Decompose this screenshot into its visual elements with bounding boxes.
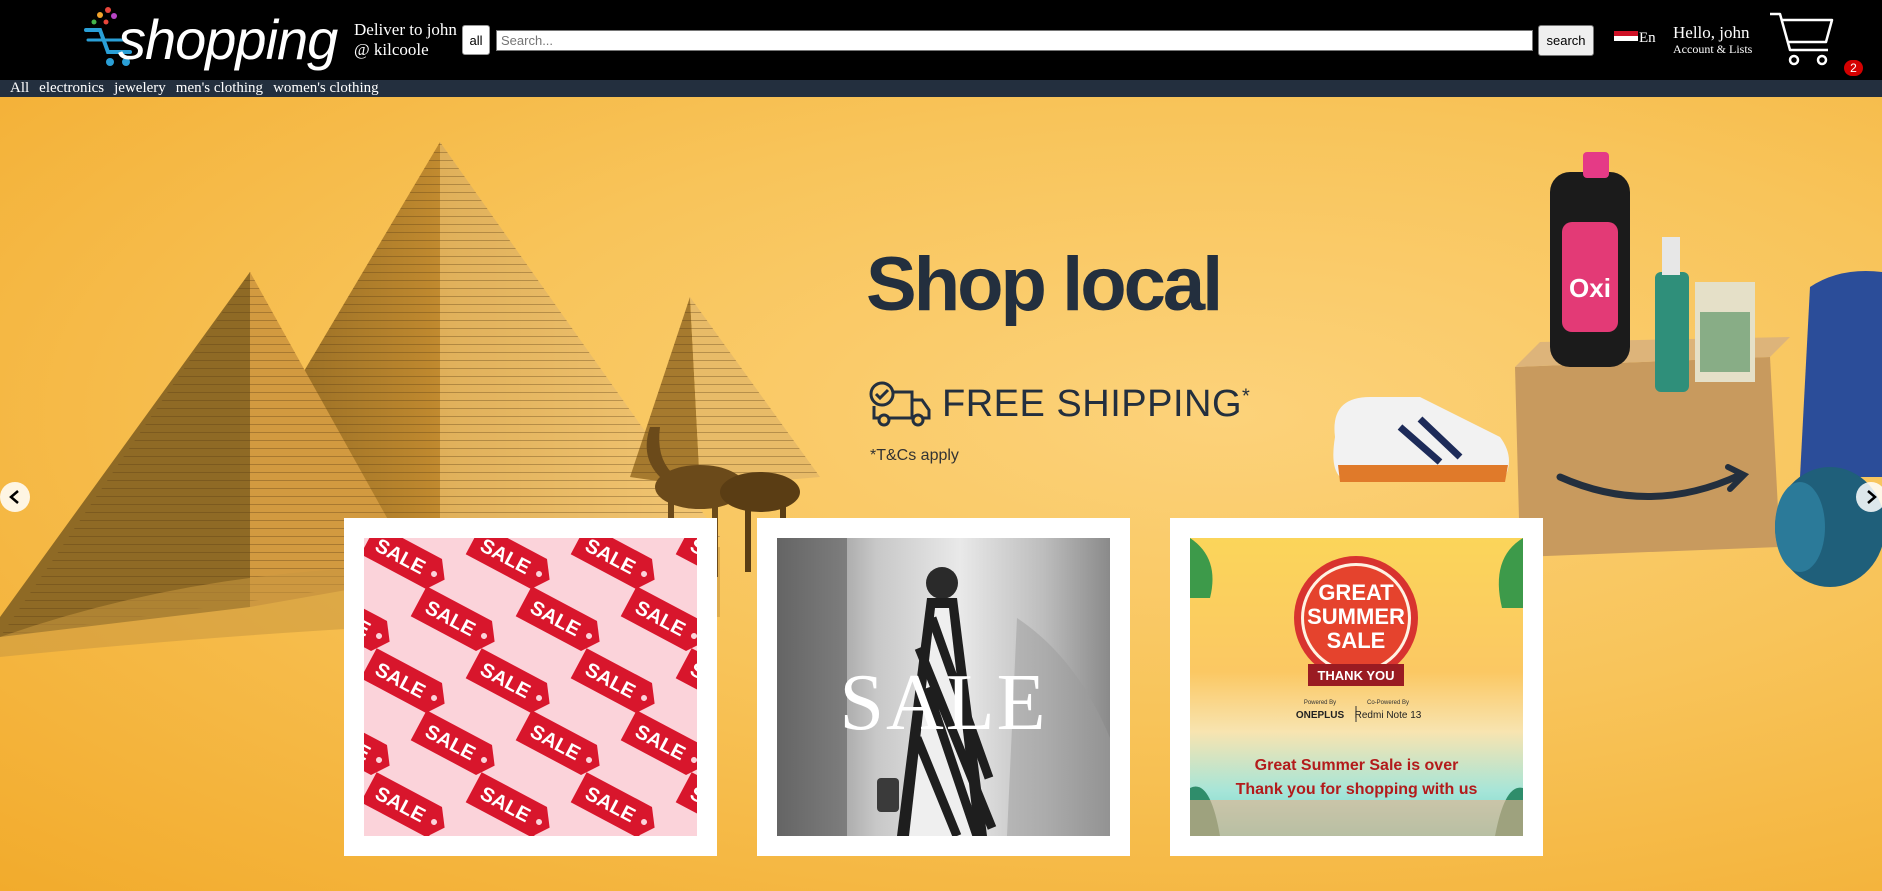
- nav-item-womens-clothing[interactable]: women's clothing: [273, 80, 379, 97]
- sale-tag: SALE: [364, 586, 390, 651]
- summer-over-line2: Thank you for shopping with us: [1235, 781, 1478, 798]
- svg-text:Oxi: Oxi: [1569, 273, 1611, 303]
- hero-banner[interactable]: Oxi Shop local FREE SHIPPING* *T&Cs appl…: [0, 97, 1882, 891]
- fashion-sale-image: SALE: [777, 538, 1110, 836]
- sale-tag: SALE: [465, 538, 550, 589]
- sale-tag: SALE: [364, 834, 390, 836]
- promo-card-sale-tags[interactable]: SALE SALE SALE SALE SALE SALE SALE SALE SALE SALE…: [344, 518, 717, 856]
- nav-item-all[interactable]: All: [10, 80, 29, 97]
- summer-over-message: Great Summer Sale is over Thank you for …: [1190, 754, 1523, 802]
- sale-tag: SALE: [515, 710, 600, 775]
- sale-tag: SALE: [364, 710, 390, 775]
- chevron-right-icon: [1867, 490, 1877, 504]
- hero-headline: Shop local: [866, 242, 1223, 327]
- account-menu[interactable]: Hello, john Account & Lists: [1673, 23, 1752, 55]
- summer-ribbon: THANK YOU: [1317, 668, 1394, 683]
- free-shipping: FREE SHIPPING*: [868, 380, 1250, 428]
- nav-item-electronics[interactable]: electronics: [39, 80, 104, 97]
- language-label: En: [1639, 30, 1656, 46]
- summer-powered-brand: ONEPLUS: [1296, 710, 1345, 721]
- egypt-flag-icon: [1614, 31, 1638, 46]
- sale-tag: SALE: [364, 648, 445, 713]
- summer-co-brand: Redmi Note 13: [1355, 710, 1422, 721]
- cart-icon: [1770, 12, 1834, 66]
- nav-item-jewelery[interactable]: jewelery: [114, 80, 166, 97]
- logo-text: shopping: [118, 8, 338, 71]
- sale-tags-pattern: SALE SALE SALESALE SALE SALE SALESALE SALE SALE…: [364, 538, 697, 836]
- summer-over-line1: Great Summer Sale is over: [1254, 757, 1459, 774]
- deliver-location: @ kilcoole: [354, 40, 429, 59]
- account-greeting: Hello, john: [1673, 23, 1750, 42]
- sale-tag: SALE: [620, 586, 697, 651]
- summer-powered-by: Powered By: [1304, 700, 1336, 706]
- sale-tag: SALE: [515, 586, 600, 651]
- summer-line2: SUMMER: [1307, 604, 1405, 629]
- sale-tag: SALE: [620, 710, 697, 775]
- deliver-name: Deliver to john: [354, 20, 457, 39]
- cart-button[interactable]: [1768, 8, 1838, 68]
- sale-tag: SALE: [570, 772, 655, 836]
- sale-tag: SALE: [570, 648, 655, 713]
- sale-tag: SALE: [364, 538, 445, 589]
- delivery-truck-icon: [869, 381, 931, 427]
- carousel-prev-button[interactable]: [0, 482, 30, 512]
- top-header: shopping Deliver to john @ kilcoole all …: [0, 0, 1882, 80]
- summer-line3: SALE: [1327, 628, 1386, 653]
- language-selector[interactable]: En: [1614, 30, 1656, 47]
- sale-tag: SALE: [465, 772, 550, 836]
- terms-note: *T&Cs apply: [870, 447, 959, 464]
- category-select[interactable]: all: [462, 25, 490, 55]
- sale-tag: SALE: [410, 586, 495, 651]
- search-button[interactable]: search: [1538, 25, 1594, 56]
- sale-tag: SALE: [465, 648, 550, 713]
- nav-item-mens-clothing[interactable]: men's clothing: [176, 80, 263, 97]
- summer-line1: GREAT: [1318, 580, 1394, 605]
- carousel-next-button[interactable]: [1856, 482, 1882, 512]
- site-logo[interactable]: shopping: [80, 4, 338, 74]
- search-input[interactable]: [496, 30, 1533, 51]
- sale-tag: SALE: [675, 648, 697, 713]
- sale-tag: SALE: [675, 772, 697, 836]
- deliver-to[interactable]: Deliver to john @ kilcoole: [354, 20, 457, 60]
- account-lists-label: Account & Lists: [1673, 42, 1753, 56]
- sale-tags-image: SALE SALE SALE SALE SALE SALE SALE SALE SALE SALE…: [364, 538, 697, 836]
- promo-card-fashion-sale[interactable]: SALE: [757, 518, 1130, 856]
- cart-count-badge: 2: [1844, 60, 1863, 76]
- chevron-left-icon: [9, 490, 19, 504]
- free-shipping-label: FREE SHIPPING*: [942, 382, 1251, 425]
- promo-card-summer-sale[interactable]: GREAT SUMMER SALE THANK YOU Powered By O…: [1170, 518, 1543, 856]
- sale-tag: SALE: [675, 538, 697, 589]
- sale-tag: SALE: [410, 710, 495, 775]
- summer-co-powered: Co-Powered By: [1367, 700, 1409, 706]
- summer-sale-image: GREAT SUMMER SALE THANK YOU Powered By O…: [1190, 538, 1523, 836]
- sale-tag: SALE: [570, 538, 655, 589]
- category-nav: All electronics jewelery men's clothing …: [0, 80, 1882, 97]
- sale-tag: SALE: [364, 772, 445, 836]
- fashion-sale-text: SALE: [839, 659, 1048, 747]
